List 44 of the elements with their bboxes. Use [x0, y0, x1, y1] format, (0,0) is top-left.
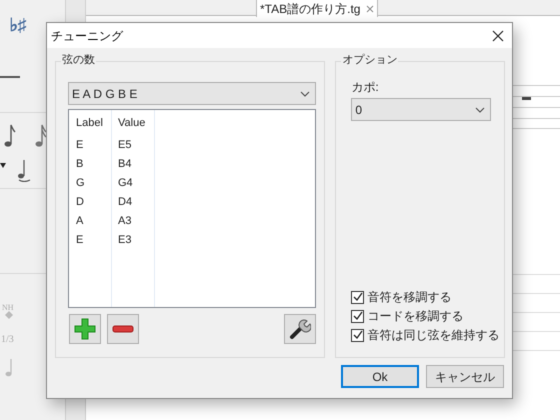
checkbox-label: 音符は同じ弦を維持する — [367, 327, 500, 343]
table-cell-text: B — [76, 157, 84, 171]
table-cell-text: D4 — [118, 195, 134, 209]
cancel-button[interactable]: キャンセル — [426, 365, 504, 388]
close-icon[interactable] — [492, 30, 504, 42]
table-cell-text: E3 — [118, 233, 132, 247]
group-title: 弦の数 — [61, 53, 96, 67]
eighth-note-icon[interactable] — [4, 122, 16, 148]
plus-icon — [74, 318, 96, 340]
table-cell-text: E — [76, 138, 84, 152]
preset-dropdown[interactable]: E A D G B E — [68, 82, 316, 105]
sixteenth-note-icon[interactable] — [35, 122, 47, 148]
tied-note-icon[interactable] — [17, 158, 31, 182]
window-title: チューニング — [51, 28, 123, 44]
chevron-down-icon — [475, 106, 485, 112]
table-cell-text: A — [76, 214, 84, 228]
minus-icon — [112, 325, 134, 333]
table-cell-text: G4 — [118, 176, 134, 190]
settings-button[interactable] — [284, 314, 316, 344]
table-cell-text: D — [76, 195, 85, 209]
group-title: オプション — [341, 53, 398, 67]
checkbox-label: 音符を移調する — [367, 289, 452, 305]
checkbox[interactable] — [351, 290, 364, 304]
accidental-button[interactable]: ♭♯ — [2, 12, 34, 38]
document-tab[interactable]: *TAB譜の作り方.tg — [256, 0, 378, 17]
checkbox-label: コードを移調する — [367, 308, 464, 324]
ok-button[interactable]: Ok — [341, 365, 419, 388]
checkbox[interactable] — [351, 328, 364, 342]
capo-dropdown[interactable]: 0 — [351, 98, 491, 121]
chevron-down-icon — [300, 90, 310, 96]
harmonic-label: NH — [2, 302, 14, 314]
wrench-icon — [289, 318, 312, 340]
add-button[interactable] — [69, 314, 101, 344]
column-header[interactable]: Value — [118, 116, 154, 130]
remove-button[interactable] — [107, 314, 139, 344]
table-cell-text: A3 — [118, 214, 132, 228]
table-cell-text: B4 — [118, 157, 132, 171]
dropdown-arrow-icon[interactable] — [0, 163, 6, 168]
table-cell-text: G — [76, 176, 86, 190]
column-header[interactable]: Label — [76, 116, 111, 130]
capo-label: カポ: — [351, 80, 380, 94]
table-cell-text: E5 — [118, 138, 132, 152]
table-cell-text: E — [76, 233, 84, 247]
checkbox[interactable] — [351, 310, 364, 322]
